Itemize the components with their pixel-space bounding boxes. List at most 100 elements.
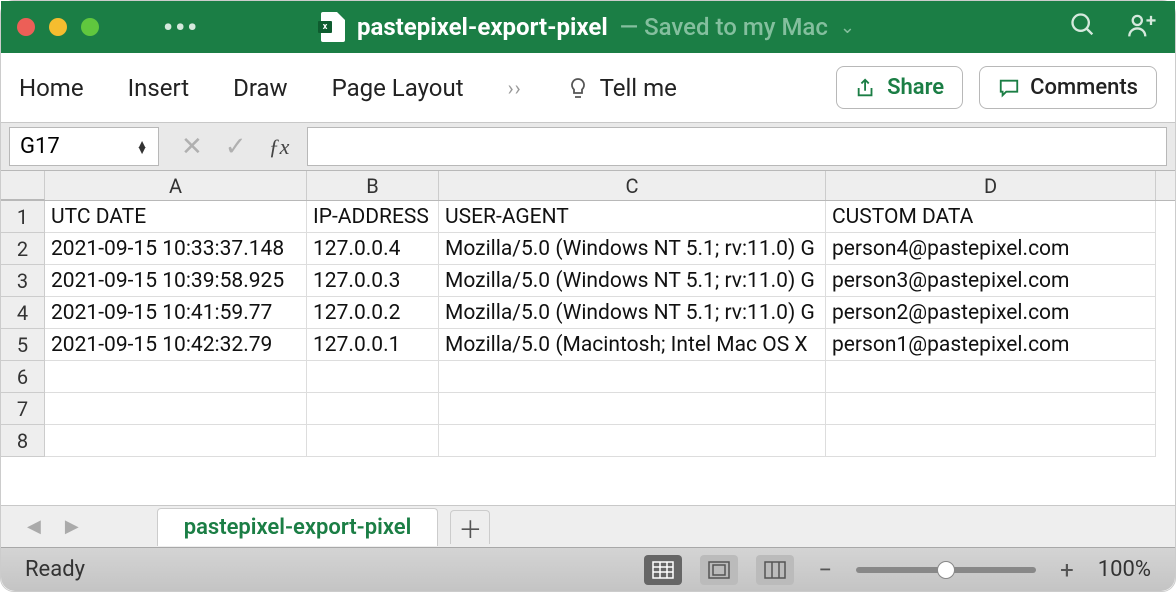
- window-controls: [17, 18, 99, 36]
- table-row: 5 2021-09-15 10:42:32.79 127.0.0.1 Mozil…: [1, 329, 1175, 361]
- sheet-nav-prev[interactable]: ◀: [21, 516, 47, 537]
- cell[interactable]: person4@pastepixel.com: [826, 233, 1156, 265]
- tell-me-label: Tell me: [600, 74, 677, 102]
- name-box[interactable]: G17 ▲▼: [9, 127, 159, 166]
- tab-draw[interactable]: Draw: [233, 74, 288, 102]
- cancel-icon[interactable]: ✕: [181, 132, 203, 162]
- close-window-button[interactable]: [17, 18, 35, 36]
- enter-icon[interactable]: ✓: [225, 132, 247, 162]
- sheet-nav-next[interactable]: ▶: [59, 516, 85, 537]
- cell[interactable]: USER-AGENT: [439, 201, 826, 233]
- filename-label: pastepixel-export-pixel: [357, 13, 608, 41]
- cell[interactable]: 2021-09-15 10:42:32.79: [45, 329, 307, 361]
- cell[interactable]: 127.0.0.4: [307, 233, 439, 265]
- cell[interactable]: IP-ADDRESS: [307, 201, 439, 233]
- fullscreen-window-button[interactable]: [81, 18, 99, 36]
- tab-insert[interactable]: Insert: [128, 74, 189, 102]
- zoom-out-button[interactable]: −: [812, 556, 838, 584]
- table-row: 8: [1, 425, 1175, 457]
- tab-page-layout[interactable]: Page Layout: [332, 74, 464, 102]
- cell[interactable]: Mozilla/5.0 (Windows NT 5.1; rv:11.0) G: [439, 233, 826, 265]
- search-icon[interactable]: [1069, 11, 1097, 43]
- cell[interactable]: person2@pastepixel.com: [826, 297, 1156, 329]
- share-button[interactable]: Share: [836, 66, 963, 109]
- zoom-slider-thumb[interactable]: [937, 561, 955, 579]
- more-tabs-button[interactable]: ››: [508, 76, 522, 100]
- cell[interactable]: CUSTOM DATA: [826, 201, 1156, 233]
- cell[interactable]: [439, 425, 826, 457]
- column-header-D[interactable]: D: [826, 171, 1156, 200]
- cell[interactable]: Mozilla/5.0 (Windows NT 5.1; rv:11.0) G: [439, 265, 826, 297]
- chevron-down-icon[interactable]: ⌄: [840, 17, 855, 38]
- table-row: 4 2021-09-15 10:41:59.77 127.0.0.2 Mozil…: [1, 297, 1175, 329]
- cell[interactable]: [826, 361, 1156, 393]
- row-header[interactable]: 8: [1, 425, 45, 457]
- name-box-stepper[interactable]: ▲▼: [136, 141, 148, 153]
- cell[interactable]: [45, 393, 307, 425]
- status-bar: Ready − + 100%: [1, 547, 1175, 591]
- cell[interactable]: person1@pastepixel.com: [826, 329, 1156, 361]
- view-page-layout-button[interactable]: [700, 555, 738, 585]
- cell[interactable]: [826, 425, 1156, 457]
- add-sheet-button[interactable]: ＋: [450, 510, 490, 544]
- cell[interactable]: 2021-09-15 10:33:37.148: [45, 233, 307, 265]
- cell[interactable]: [439, 361, 826, 393]
- share-arrow-icon: [855, 77, 877, 99]
- table-row: 6: [1, 361, 1175, 393]
- cell[interactable]: UTC DATE: [45, 201, 307, 233]
- cell[interactable]: Mozilla/5.0 (Macintosh; Intel Mac OS X: [439, 329, 826, 361]
- cell[interactable]: [45, 361, 307, 393]
- cell[interactable]: 127.0.0.1: [307, 329, 439, 361]
- ribbon: Home Insert Draw Page Layout ›› Tell me …: [1, 53, 1175, 123]
- column-header-C[interactable]: C: [439, 171, 826, 200]
- cell[interactable]: person3@pastepixel.com: [826, 265, 1156, 297]
- zoom-percent[interactable]: 100%: [1098, 557, 1151, 582]
- view-page-break-button[interactable]: [756, 555, 794, 585]
- cell[interactable]: 127.0.0.3: [307, 265, 439, 297]
- zoom-slider[interactable]: [856, 567, 1036, 573]
- cell[interactable]: [307, 361, 439, 393]
- cell[interactable]: 127.0.0.2: [307, 297, 439, 329]
- table-row: 3 2021-09-15 10:39:58.925 127.0.0.3 Mozi…: [1, 265, 1175, 297]
- save-status-label: — Saved to my Mac: [620, 13, 828, 41]
- sheet-tab-active[interactable]: pastepixel-export-pixel: [157, 508, 439, 546]
- comments-button[interactable]: Comments: [979, 66, 1157, 109]
- row-header[interactable]: 2: [1, 233, 45, 265]
- row-header[interactable]: 5: [1, 329, 45, 361]
- column-header-B[interactable]: B: [307, 171, 439, 200]
- cell[interactable]: 2021-09-15 10:41:59.77: [45, 297, 307, 329]
- tab-home[interactable]: Home: [19, 74, 84, 102]
- cell[interactable]: Mozilla/5.0 (Windows NT 5.1; rv:11.0) G: [439, 297, 826, 329]
- sheet-tab-bar: ◀ ▶ pastepixel-export-pixel ＋: [1, 505, 1175, 547]
- tell-me-search[interactable]: Tell me: [566, 74, 677, 102]
- excel-file-icon: x: [321, 12, 345, 42]
- cell[interactable]: [439, 393, 826, 425]
- column-header-A[interactable]: A: [45, 171, 307, 200]
- view-normal-button[interactable]: [644, 555, 682, 585]
- row-header[interactable]: 6: [1, 361, 45, 393]
- status-ready: Ready: [25, 557, 85, 582]
- row-header[interactable]: 3: [1, 265, 45, 297]
- select-all-corner[interactable]: [1, 171, 45, 200]
- row-header[interactable]: 7: [1, 393, 45, 425]
- share-label: Share: [887, 75, 944, 100]
- row-header[interactable]: 4: [1, 297, 45, 329]
- share-people-icon[interactable]: [1127, 11, 1159, 43]
- overflow-toolbar-button[interactable]: •••: [163, 11, 199, 44]
- document-title[interactable]: x pastepixel-export-pixel — Saved to my …: [321, 12, 855, 42]
- table-row: 1 UTC DATE IP-ADDRESS USER-AGENT CUSTOM …: [1, 201, 1175, 233]
- cell[interactable]: [307, 393, 439, 425]
- spreadsheet-grid: A B C D 1 UTC DATE IP-ADDRESS USER-AGENT…: [1, 171, 1175, 505]
- minimize-window-button[interactable]: [49, 18, 67, 36]
- cell[interactable]: [826, 393, 1156, 425]
- comment-icon: [998, 77, 1020, 99]
- cell[interactable]: [45, 425, 307, 457]
- zoom-in-button[interactable]: +: [1054, 556, 1080, 584]
- comments-label: Comments: [1030, 75, 1138, 100]
- formula-input[interactable]: [307, 127, 1167, 166]
- titlebar: ••• x pastepixel-export-pixel — Saved to…: [1, 1, 1175, 53]
- fx-icon[interactable]: ƒx: [269, 134, 290, 160]
- row-header[interactable]: 1: [1, 201, 45, 233]
- cell[interactable]: 2021-09-15 10:39:58.925: [45, 265, 307, 297]
- cell[interactable]: [307, 425, 439, 457]
